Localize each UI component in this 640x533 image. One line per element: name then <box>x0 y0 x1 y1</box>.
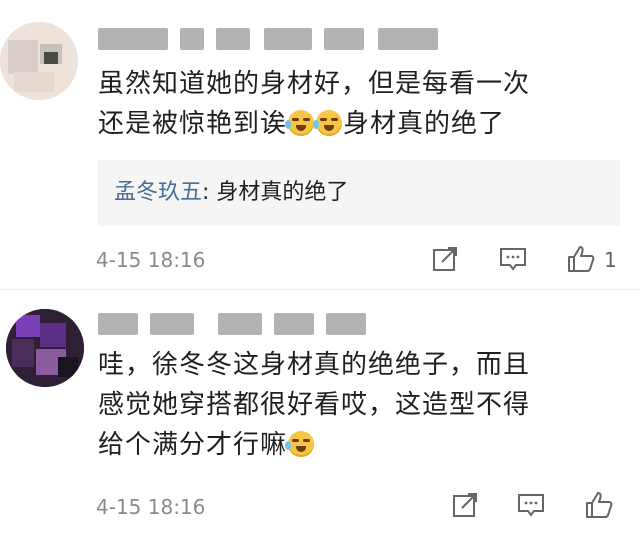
like-button[interactable] <box>584 490 614 520</box>
like-icon <box>586 492 613 518</box>
comment-text: 哇，徐冬冬这身材真的绝绝子，而且 感觉她穿搭都很好看哎，这造型不得 给个满分才行… <box>98 350 531 460</box>
quoted-reply[interactable]: 孟冬玖五: 身材真的绝了 <box>98 160 620 226</box>
laugh-cry-emoji <box>313 110 343 136</box>
timestamp: 4-15 18:16 <box>96 495 206 519</box>
avatar[interactable] <box>6 309 84 387</box>
reply-icon <box>500 248 526 271</box>
comment-item: 哇，徐冬冬这身材真的绝绝子，而且 感觉她穿搭都很好看哎，这造型不得 给个满分才行… <box>0 291 640 533</box>
like-button[interactable] <box>566 244 596 274</box>
username-blurred[interactable] <box>98 28 438 54</box>
share-button[interactable] <box>450 490 480 520</box>
quoted-username[interactable]: 孟冬玖五 <box>114 180 202 205</box>
like-icon <box>568 246 595 272</box>
comment-item: 虽然知道她的身材好，但是每看一次 还是被惊艳到诶 身材真的绝了 孟冬玖五: 身材真… <box>0 0 640 290</box>
like-count: 1 <box>604 248 617 272</box>
avatar[interactable] <box>0 22 78 100</box>
share-button[interactable] <box>430 244 460 274</box>
comment-text: 虽然知道她的身材好，但是每看一次 还是被惊艳到诶 身材真的绝了 <box>98 69 531 139</box>
laugh-cry-emoji <box>285 431 315 457</box>
share-icon <box>453 493 477 517</box>
reply-button[interactable] <box>516 490 546 520</box>
divider <box>0 289 640 290</box>
laugh-cry-emoji <box>285 110 315 136</box>
reply-icon <box>518 494 544 517</box>
reply-button[interactable] <box>498 244 528 274</box>
timestamp: 4-15 18:16 <box>96 248 206 272</box>
username-blurred[interactable] <box>98 313 378 339</box>
quoted-text: 身材真的绝了 <box>209 180 349 205</box>
share-icon <box>433 247 457 271</box>
